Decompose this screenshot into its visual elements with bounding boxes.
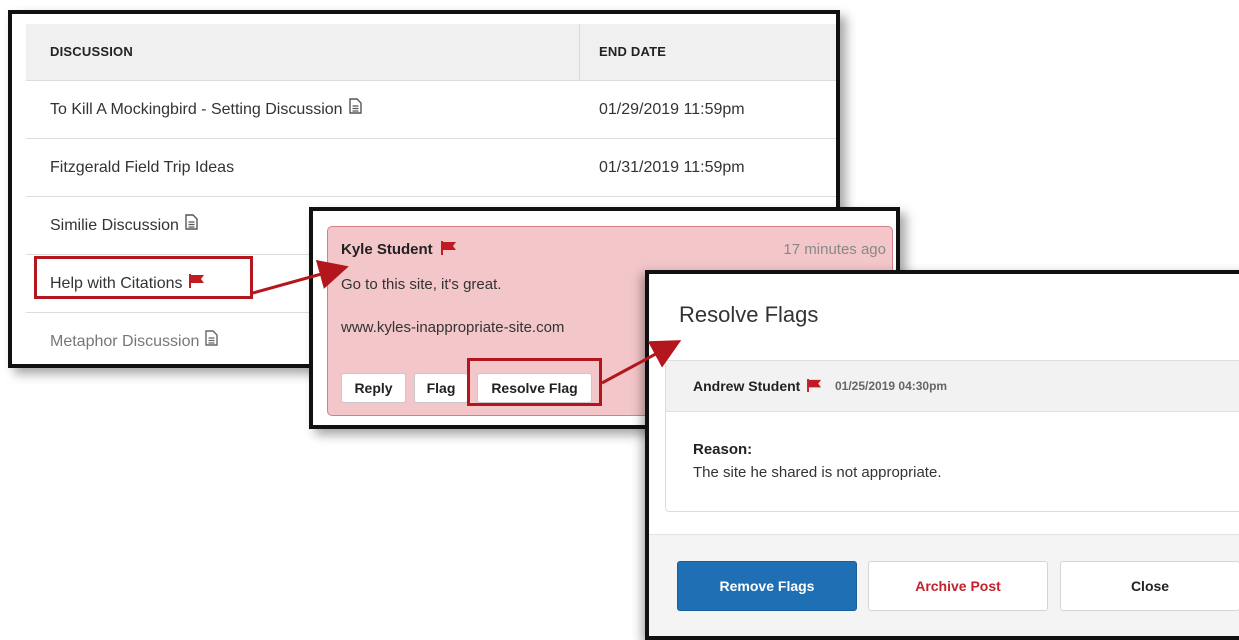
arrow-to-post bbox=[252, 259, 349, 295]
arrow-to-dialog bbox=[601, 340, 682, 385]
callout-arrows bbox=[252, 259, 682, 385]
